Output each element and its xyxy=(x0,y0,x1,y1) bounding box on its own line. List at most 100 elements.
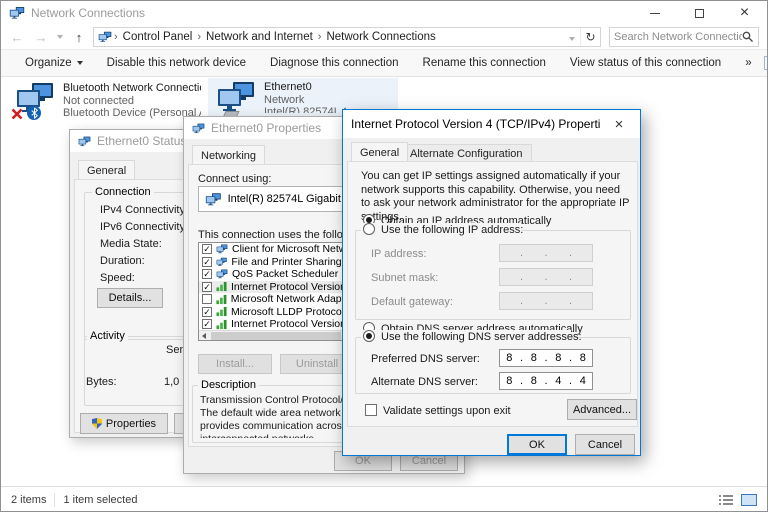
checkbox-checked[interactable]: ✓ xyxy=(202,257,212,267)
diagnose-connection-button[interactable]: Diagnose this connection xyxy=(258,57,411,69)
connection-item-bluetooth[interactable]: Bluetooth Network Connection Not connect… xyxy=(7,79,205,123)
ip-dot: . xyxy=(568,247,574,259)
disable-device-button[interactable]: Disable this network device xyxy=(95,57,258,69)
dns-octet: 4 xyxy=(574,375,593,387)
use-ip-radio[interactable] xyxy=(363,223,375,235)
up-button[interactable]: ↑ xyxy=(69,30,89,45)
connection-device: Bluetooth Device (Personal Area ... xyxy=(63,107,201,120)
view-options-icon xyxy=(764,56,768,70)
address-dropdown-button[interactable] xyxy=(564,28,580,46)
refresh-button[interactable]: ↻ xyxy=(580,28,600,46)
view-status-button[interactable]: View status of this connection xyxy=(558,57,733,69)
properties-button-label: Properties xyxy=(106,418,156,430)
close-button[interactable]: × xyxy=(722,1,767,25)
dns-octet: 8 xyxy=(549,352,568,364)
change-view-button[interactable] xyxy=(764,56,768,70)
breadcrumb-separator: › xyxy=(316,31,324,43)
dns-octet: 4 xyxy=(549,375,568,387)
checkbox-checked[interactable]: ✓ xyxy=(202,269,212,279)
dns-octet: 8 xyxy=(525,375,544,387)
dns-octet: 8 xyxy=(500,375,519,387)
connect-using-label: Connect using: xyxy=(198,173,271,185)
tab-general[interactable]: General xyxy=(351,142,408,161)
breadcrumb-separator: › xyxy=(112,31,120,43)
list-item-label: QoS Packet Scheduler xyxy=(232,268,338,280)
connection-status: Not connected xyxy=(63,95,201,108)
activity-group-label: Activity xyxy=(87,330,128,342)
items-selected: 1 item selected xyxy=(63,494,137,506)
client-icon xyxy=(216,244,228,254)
forward-button[interactable]: → xyxy=(31,30,51,45)
default-gateway-field[interactable]: ... xyxy=(499,292,593,310)
use-dns-radio[interactable] xyxy=(363,330,375,342)
tab-alternate-configuration[interactable]: Alternate Configuration xyxy=(401,144,532,162)
description-group-label: Description xyxy=(198,379,259,391)
connection-name: Bluetooth Network Connection xyxy=(63,82,201,95)
maximize-button[interactable] xyxy=(677,1,722,25)
computers-icon xyxy=(216,81,256,113)
alternate-dns-field[interactable]: 8.8.4.4 xyxy=(499,372,593,390)
chevron-down-icon xyxy=(77,61,83,65)
ipv4-dialog-titlebar[interactable]: Internet Protocol Version 4 (TCP/IPv4) P… xyxy=(343,110,640,138)
chevron-down-icon xyxy=(569,37,575,41)
ip-address-field[interactable]: ... xyxy=(499,244,593,262)
adapter-icon xyxy=(205,192,222,207)
network-app-icon xyxy=(9,6,25,20)
maximize-icon xyxy=(695,9,704,18)
validate-checkbox[interactable] xyxy=(365,404,377,416)
protocol-icon xyxy=(216,281,227,292)
details-view-button[interactable] xyxy=(718,494,733,506)
minimize-button[interactable] xyxy=(632,1,677,25)
history-dropdown-icon[interactable] xyxy=(57,35,63,39)
ip-dot: . xyxy=(568,271,574,283)
organize-menu-button[interactable]: Organize xyxy=(11,57,95,69)
checkbox-checked[interactable]: ✓ xyxy=(202,244,212,254)
connection-device: Intel(R) 82574L Gigabit Network Connecti… xyxy=(264,106,346,113)
ipv4-connectivity-label: IPv4 Connectivity: xyxy=(100,204,188,216)
navigation-bar: ← → ↑ › Control Panel › Network and Inte… xyxy=(1,25,767,49)
use-dns-label[interactable]: Use the following DNS server addresses: xyxy=(381,331,582,343)
validate-checkbox-label[interactable]: Validate settings upon exit xyxy=(383,405,511,417)
breadcrumb-control-panel[interactable]: Control Panel xyxy=(120,31,196,43)
rename-connection-button[interactable]: Rename this connection xyxy=(411,57,558,69)
address-bar[interactable]: › Control Panel › Network and Internet ›… xyxy=(93,27,601,47)
scroll-left-arrow[interactable] xyxy=(199,331,209,341)
breadcrumb-network-connections[interactable]: Network Connections xyxy=(323,31,438,43)
install-button[interactable]: Install... xyxy=(198,354,272,374)
checkbox-unchecked[interactable] xyxy=(202,294,212,304)
media-state-label: Media State: xyxy=(100,238,162,250)
toolbar-overflow-button[interactable]: » xyxy=(733,57,763,69)
ip-address-label: IP address: xyxy=(371,248,426,260)
connection-name: Ethernet0 xyxy=(264,81,346,94)
back-button[interactable]: ← xyxy=(7,30,27,45)
checkbox-checked[interactable]: ✓ xyxy=(202,319,212,329)
advanced-button[interactable]: Advanced... xyxy=(567,399,637,420)
large-icons-view-button[interactable] xyxy=(741,494,757,506)
network-connections-window: Network Connections × ← → ↑ › Control Pa… xyxy=(0,0,768,512)
scrollbar-thumb[interactable] xyxy=(211,332,341,340)
close-button[interactable]: × xyxy=(606,114,632,134)
statusbar-divider xyxy=(54,493,55,507)
minimize-icon xyxy=(650,13,660,14)
bytes-value: 1,0 xyxy=(164,376,179,388)
breadcrumb-network-and-internet[interactable]: Network and Internet xyxy=(203,31,316,43)
status-dialog-icon xyxy=(78,136,91,147)
ipv4-ok-button[interactable]: OK xyxy=(507,434,567,455)
client-icon xyxy=(216,269,228,279)
checkbox-checked[interactable]: ✓ xyxy=(202,307,212,317)
checkbox-checked[interactable]: ✓ xyxy=(202,282,212,292)
tab-networking[interactable]: Networking xyxy=(192,145,265,164)
preferred-dns-field[interactable]: 8.8.8.8 xyxy=(499,349,593,367)
details-button[interactable]: Details... xyxy=(97,288,163,308)
subnet-mask-label: Subnet mask: xyxy=(371,272,438,284)
status-bar: 2 items 1 item selected xyxy=(1,486,767,512)
use-ip-label[interactable]: Use the following IP address: xyxy=(381,224,523,236)
search-box[interactable] xyxy=(609,27,759,47)
ipv4-cancel-button[interactable]: Cancel xyxy=(575,434,635,455)
properties-button[interactable]: Properties xyxy=(80,413,168,434)
window-title: Network Connections xyxy=(31,6,632,20)
search-input[interactable] xyxy=(614,31,742,43)
properties-dialog-icon xyxy=(192,123,205,134)
tab-general[interactable]: General xyxy=(78,160,135,179)
subnet-mask-field[interactable]: ... xyxy=(499,268,593,286)
